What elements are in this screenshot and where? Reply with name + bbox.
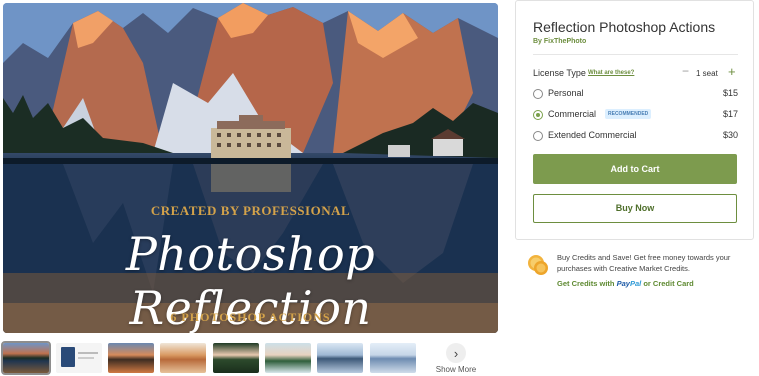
get-credits-link[interactable]: Get Credits with PayPal or Credit Card — [557, 279, 694, 288]
paypal-pay: Pay — [616, 279, 630, 288]
get-credits-prefix: Get Credits with — [557, 279, 615, 288]
product-title: Reflection Photoshop Actions — [533, 19, 716, 35]
license-option-label: Extended Commercial — [548, 130, 637, 140]
seat-count: 1 seat — [696, 69, 718, 78]
radio-button-selected[interactable] — [533, 110, 543, 120]
credits-description: Buy Credits and Save! Get free money tow… — [557, 253, 731, 273]
product-preview-image[interactable]: CREATED BY PROFESSIONAL Photoshop Reflec… — [3, 3, 498, 333]
thumbnail-3[interactable] — [108, 343, 154, 373]
thumbnail-7[interactable] — [317, 343, 363, 373]
purchase-panel: Reflection Photoshop Actions By FixThePh… — [515, 0, 754, 240]
license-option-price: $15 — [722, 88, 738, 98]
get-credits-suffix: or Credit Card — [643, 279, 694, 288]
radio-button[interactable] — [533, 131, 543, 141]
show-more-button[interactable]: › Show More — [431, 343, 481, 374]
hero-footer: 6 PHOTOSHOP ACTIONS — [170, 310, 331, 324]
license-option-label: Personal — [548, 88, 584, 98]
recommended-badge: RECOMMENDED — [605, 109, 652, 119]
product-author-link[interactable]: By FixThePhoto — [533, 38, 586, 45]
thumbnail-1[interactable] — [1, 341, 51, 375]
seat-decrement-button[interactable]: − — [682, 64, 689, 78]
radio-button[interactable] — [533, 89, 543, 99]
buy-now-button[interactable]: Buy Now — [533, 194, 737, 223]
license-option-price: $30 — [722, 130, 738, 140]
thumbnail-6[interactable] — [265, 343, 311, 373]
thumbnail-8[interactable] — [370, 343, 416, 373]
license-option-commercial[interactable]: Commercial RECOMMENDED $17 — [533, 109, 738, 123]
license-info-link[interactable]: What are these? — [588, 70, 634, 76]
thumbnail-5[interactable] — [213, 343, 259, 373]
thumbnail-2[interactable] — [56, 343, 102, 373]
thumbnail-4[interactable] — [160, 343, 206, 373]
paypal-logo: PayPal — [617, 279, 642, 288]
divider — [533, 54, 738, 55]
license-option-price: $17 — [722, 109, 738, 119]
license-option-extended-commercial[interactable]: Extended Commercial $30 — [533, 130, 738, 144]
product-page: CREATED BY PROFESSIONAL Photoshop Reflec… — [0, 0, 759, 376]
chevron-right-icon[interactable]: › — [446, 343, 466, 363]
show-more-label: Show More — [435, 365, 477, 374]
seat-increment-button[interactable]: + — [728, 64, 736, 79]
coins-icon — [528, 255, 548, 275]
license-option-personal[interactable]: Personal $15 — [533, 88, 738, 102]
license-option-label: Commercial — [548, 109, 597, 119]
add-to-cart-button[interactable]: Add to Cart — [533, 154, 737, 184]
hero-subtitle: CREATED BY PROFESSIONAL — [150, 203, 351, 218]
license-type-label: License Type — [533, 68, 586, 78]
paypal-pal: Pal — [629, 279, 642, 288]
